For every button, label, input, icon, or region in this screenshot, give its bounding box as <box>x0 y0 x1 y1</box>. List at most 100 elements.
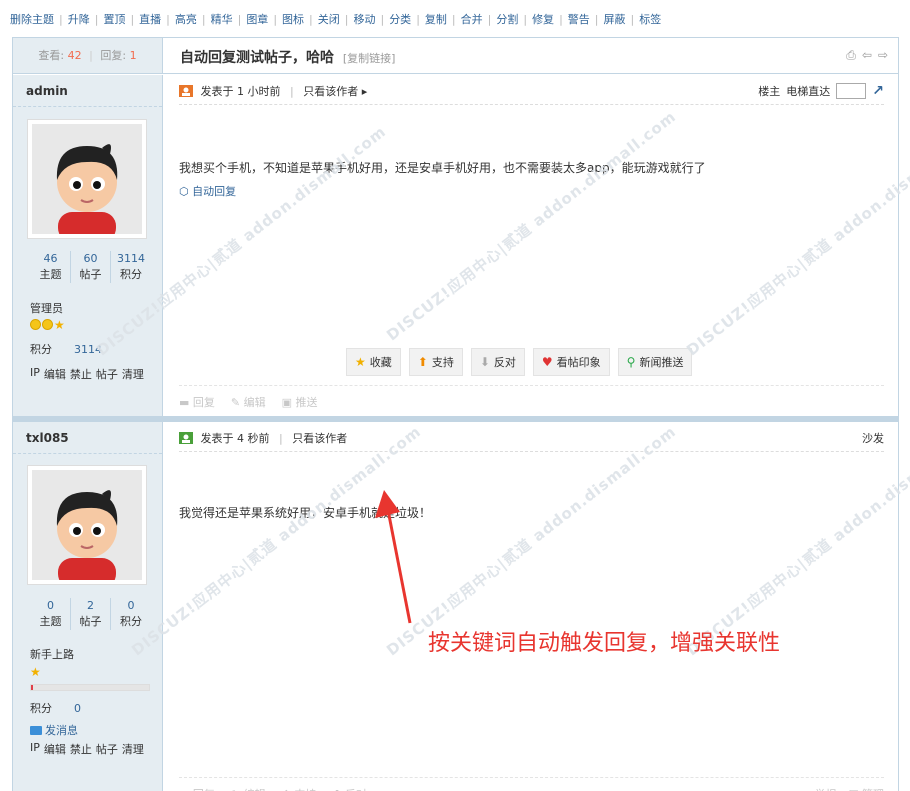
oppose-button[interactable]: ⬇ 反对 <box>332 786 367 791</box>
ip-link[interactable]: IP <box>30 366 40 382</box>
mod-action-12[interactable]: 合并 <box>461 11 483 27</box>
floor-jump-input[interactable] <box>836 83 867 99</box>
impression-button[interactable]: ♥ 看帖印象 <box>532 348 610 376</box>
mod-action-2[interactable]: 置顶 <box>103 11 125 27</box>
prev-thread-icon[interactable]: ⇦ <box>862 48 872 63</box>
ip-link[interactable]: IP <box>30 741 40 757</box>
toolbar-separator: | <box>523 12 528 26</box>
mod-action-8[interactable]: 关闭 <box>318 11 340 27</box>
reply-button[interactable]: ▬ 回复 <box>179 786 215 791</box>
edit-user-link[interactable]: 编辑 <box>44 741 66 757</box>
replies-label: 回复: <box>100 49 127 62</box>
author-name[interactable]: txl085 <box>13 422 162 454</box>
floor-label: 楼主 <box>758 85 781 98</box>
stat-credits-label: 积分 <box>120 268 142 281</box>
mod-action-7[interactable]: 图标 <box>282 11 304 27</box>
toolbar-separator: | <box>237 12 242 26</box>
author-sidebar: txl085 0 主题 2 帖子 0 积分 新手上路 ★ 积分 0 发消息 IP… <box>13 422 163 791</box>
thread-title-text: 自动回复测试帖子，哈哈 <box>180 50 334 66</box>
send-message-link[interactable]: 发消息 <box>30 722 78 738</box>
user-posts-link[interactable]: 帖子 <box>96 366 118 382</box>
stat-posts-label: 帖子 <box>79 615 102 628</box>
mod-action-15[interactable]: 警告 <box>568 11 590 27</box>
ban-link[interactable]: 禁止 <box>70 366 92 382</box>
report-button[interactable]: 举报 <box>815 786 837 791</box>
tag-icon: ⬡ <box>179 185 189 198</box>
manage-checkbox[interactable]: ☐ 管理 <box>849 786 884 791</box>
next-thread-icon[interactable]: ⇨ <box>878 48 888 63</box>
pin-icon: ⚲ <box>626 355 636 369</box>
stat-posts-value[interactable]: 60 <box>71 251 110 267</box>
mod-action-1[interactable]: 升降 <box>68 11 90 27</box>
edit-button[interactable]: ✎ 编辑 <box>231 786 266 791</box>
avatar-image <box>32 470 142 580</box>
only-author-link[interactable]: 只看该作者 ▸ <box>303 85 367 98</box>
mod-action-4[interactable]: 高亮 <box>175 11 197 27</box>
user-posts-link[interactable]: 帖子 <box>96 741 118 757</box>
toolbar-separator: | <box>166 12 170 26</box>
mod-action-3[interactable]: 直播 <box>139 11 161 27</box>
toolbar-separator: | <box>416 12 420 26</box>
support-button[interactable]: ⬆ 支持 <box>282 786 317 791</box>
stat-posts-label: 帖子 <box>79 268 102 281</box>
news-push-button[interactable]: ⚲ 新闻推送 <box>617 348 693 376</box>
tag-link[interactable]: ⬡ 自动回复 <box>179 183 236 199</box>
ban-link[interactable]: 禁止 <box>70 741 92 757</box>
stat-threads-value[interactable]: 46 <box>31 251 70 267</box>
mod-action-0[interactable]: 删除主题 <box>10 11 54 27</box>
author-name[interactable]: admin <box>13 75 162 107</box>
print-icon[interactable]: ⎙ <box>846 48 856 63</box>
mod-action-14[interactable]: 修复 <box>532 11 554 27</box>
mod-action-10[interactable]: 分类 <box>389 11 411 27</box>
toolbar-separator: | <box>559 12 563 26</box>
mod-action-17[interactable]: 标签 <box>639 11 661 27</box>
avatar[interactable] <box>27 119 147 239</box>
favorite-button[interactable]: ★ 收藏 <box>346 348 401 376</box>
annotation-arrow-icon <box>375 490 412 624</box>
edit-user-link[interactable]: 编辑 <box>44 366 66 382</box>
toolbar-separator: | <box>630 12 635 26</box>
edit-button[interactable]: ✎ 编辑 <box>231 394 266 410</box>
oppose-button[interactable]: ⬇ 反对 <box>470 348 525 376</box>
toolbar-separator: | <box>59 12 63 26</box>
mod-action-16[interactable]: 屏蔽 <box>604 11 626 27</box>
rank-icons: ★ <box>30 319 65 331</box>
mod-action-6[interactable]: 图章 <box>246 11 268 27</box>
online-status-icon <box>179 432 193 444</box>
favorite-icon: ★ <box>355 355 366 369</box>
push-button[interactable]: ▣ 推送 <box>282 394 318 410</box>
stat-threads-value[interactable]: 0 <box>31 598 70 614</box>
mod-action-13[interactable]: 分割 <box>496 11 518 27</box>
clean-link[interactable]: 清理 <box>122 366 144 382</box>
stat-posts-value[interactable]: 2 <box>71 598 110 614</box>
stat-credits-value[interactable]: 3114 <box>111 251 151 267</box>
post-content: 发表于 4 秒前 | 只看该作者 沙发 我觉得还是苹果系统好用，安卓手机就是垃圾… <box>163 422 898 791</box>
avatar[interactable] <box>27 465 147 585</box>
thumb-up-icon: ⬆ <box>417 355 428 369</box>
stat-threads-label: 主题 <box>39 268 62 281</box>
toolbar-separator: | <box>94 12 99 26</box>
only-author-link[interactable]: 只看该作者 <box>292 432 347 445</box>
copy-link-button[interactable]: [复制链接] <box>343 52 396 65</box>
star-icon: ★ <box>54 318 65 332</box>
floor-jump-button[interactable]: ↗ <box>872 83 884 99</box>
avatar-image <box>32 124 142 234</box>
star-icon: ★ <box>30 665 41 679</box>
admin-links: IP 编辑 禁止 帖子 清理 <box>30 741 144 757</box>
clean-link[interactable]: 清理 <box>122 741 144 757</box>
toolbar-separator: | <box>309 12 313 26</box>
mod-action-5[interactable]: 精华 <box>211 11 233 27</box>
mod-action-11[interactable]: 复制 <box>425 11 447 27</box>
stat-credits-value[interactable]: 0 <box>111 598 151 614</box>
post-footer: ▬ 回复 ✎ 编辑 ⬆ 支持 ⬇ 反对 举报 ☐ 管理 <box>179 777 884 791</box>
support-button[interactable]: ⬆ 支持 <box>408 348 463 376</box>
footer-right: 举报 ☐ 管理 <box>815 786 884 791</box>
mod-action-9[interactable]: 移动 <box>353 11 375 27</box>
reply-button[interactable]: ▬ 回复 <box>179 394 215 410</box>
author-stats: 46 主题 60 帖子 3114 积分 <box>31 251 151 283</box>
toolbar-separator: | <box>594 12 599 26</box>
moderation-toolbar: 删除主题 | 升降 | 置顶 | 直播 | 高亮 | 精华 | 图章 | 图标 | 关闭 | 移动 | 分类 | 复制 | 合并… <box>10 8 661 30</box>
sun-icon <box>42 319 53 330</box>
user-group: 新手上路 <box>30 648 74 661</box>
toolbar-separator: | <box>201 12 206 26</box>
